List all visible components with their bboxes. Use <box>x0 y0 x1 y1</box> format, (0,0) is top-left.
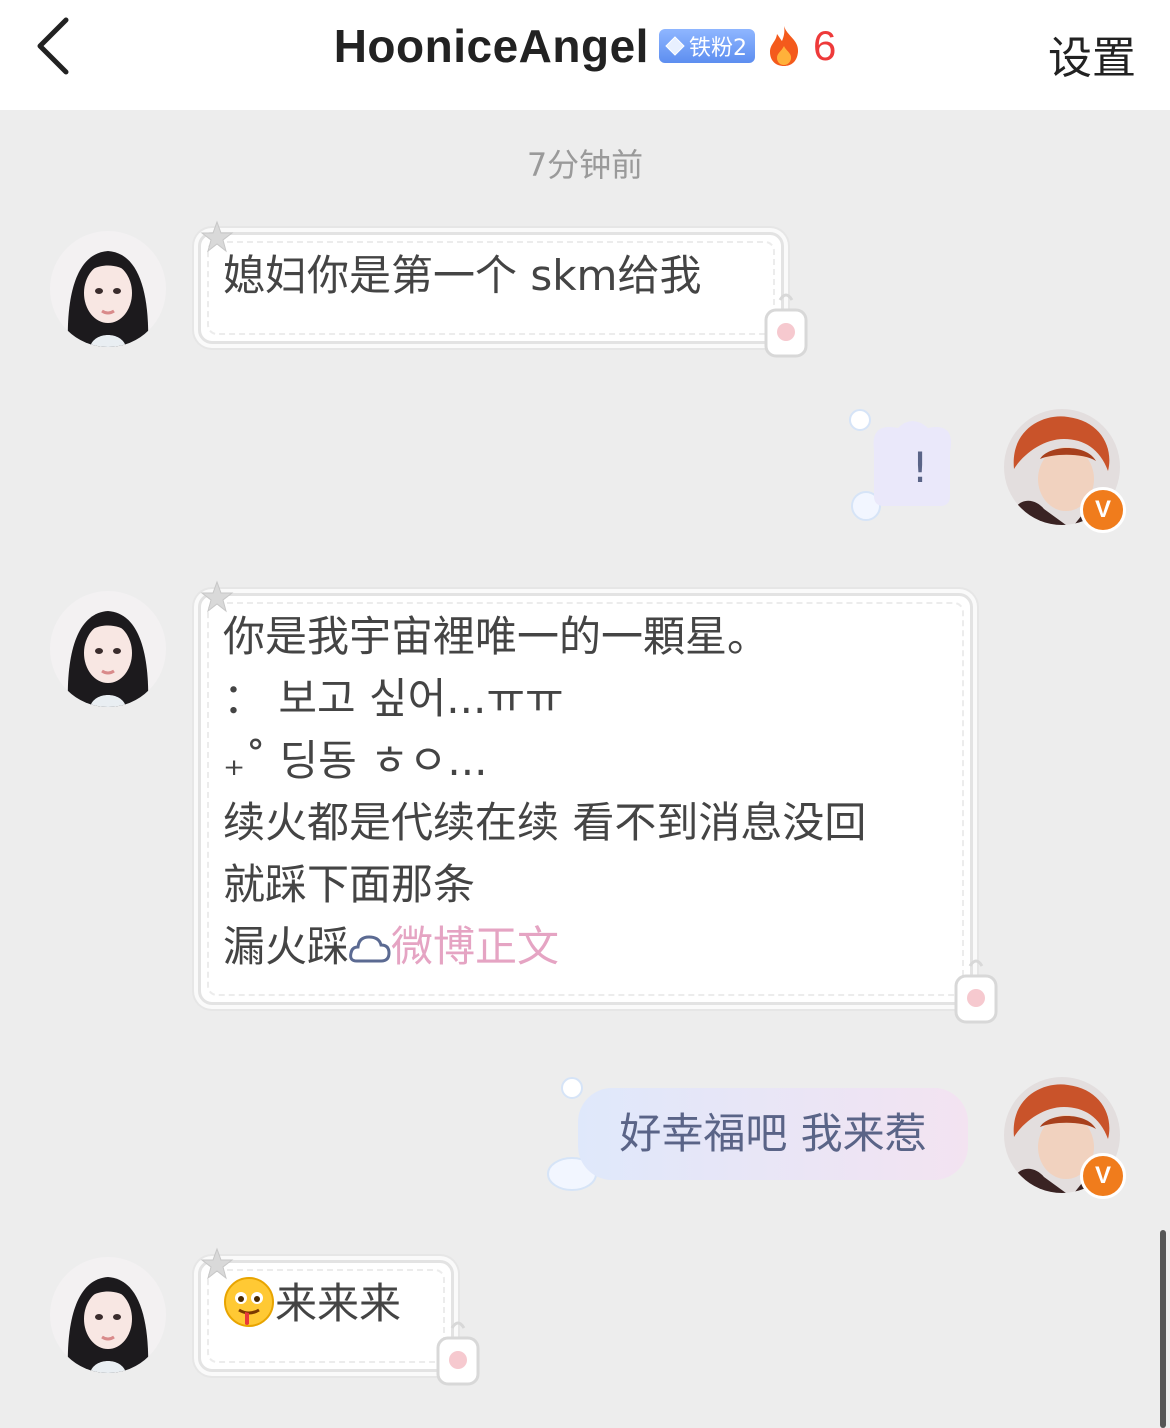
scrollbar[interactable] <box>1160 1230 1166 1428</box>
star-sticker-icon <box>200 1247 234 1280</box>
drooling-emoji-icon <box>224 1277 274 1327</box>
settings-button[interactable]: 设置 <box>1048 22 1136 86</box>
weibo-post-link[interactable]: 微博正文 <box>391 922 559 971</box>
fan-badge-label: 铁粉2 <box>688 36 747 61</box>
message-text: 来来来 <box>275 1279 402 1328</box>
weibo-cloud-icon <box>349 935 391 963</box>
contact-avatar[interactable] <box>50 231 166 347</box>
contact-avatar[interactable] <box>50 1257 166 1373</box>
message-text: 媳妇你是第一个 skm给我 <box>223 251 702 300</box>
message-line: ： 보고 싶어...ㅠㅠ <box>223 674 564 723</box>
diamond-icon <box>665 36 685 56</box>
message-text: 好幸福吧 我来惹 <box>619 1109 927 1158</box>
message-bubble[interactable]: ! <box>872 430 968 506</box>
message-bubble[interactable]: 来来来 <box>198 1260 454 1372</box>
verified-v-icon: V <box>1080 1153 1126 1199</box>
message-bubble[interactable]: 媳妇你是第一个 skm给我 <box>198 232 784 344</box>
fire-streak-count: 6 <box>812 22 837 69</box>
star-sticker-icon <box>200 580 234 613</box>
fan-level-badge: 铁粉2 <box>658 29 755 63</box>
message-line: 就踩下面那条 <box>223 860 476 909</box>
milk-bottle-sticker-icon <box>436 1321 480 1386</box>
chat-title[interactable]: HooniceAngel <box>334 19 649 73</box>
star-sticker-icon <box>200 220 234 253</box>
message-line: 续火都是代续在续 看不到消息没回 <box>223 798 867 847</box>
flame-icon <box>769 26 798 66</box>
message-text: ! <box>911 443 929 492</box>
message-line-with-link: 漏火踩 微博正文 <box>223 916 948 978</box>
message-line-with-emoji: 来来来 <box>223 1273 429 1335</box>
message-bubble[interactable]: 你是我宇宙裡唯一的一顆星。 ： 보고 싶어...ㅠㅠ ₊˚ 딩동 ㅎㅇ... 续… <box>198 593 973 1005</box>
milk-bottle-sticker-icon <box>764 293 808 358</box>
message-bubble[interactable]: 好幸福吧 我来惹 <box>578 1088 968 1180</box>
message-line: 漏火踩 <box>223 922 350 971</box>
message-line: 你是我宇宙裡唯一的一顆星。 <box>223 612 770 661</box>
milk-bottle-sticker-icon <box>954 959 998 1024</box>
verified-v-icon: V <box>1080 487 1126 533</box>
title-group: HooniceAngel 铁粉2 6 <box>0 14 1170 78</box>
top-bar: HooniceAngel 铁粉2 6 设置 <box>0 0 1170 110</box>
contact-avatar[interactable] <box>50 591 166 707</box>
message-line: ₊˚ 딩동 ㅎㅇ... <box>223 736 488 785</box>
message-timestamp: 7分钟前 <box>526 146 644 184</box>
